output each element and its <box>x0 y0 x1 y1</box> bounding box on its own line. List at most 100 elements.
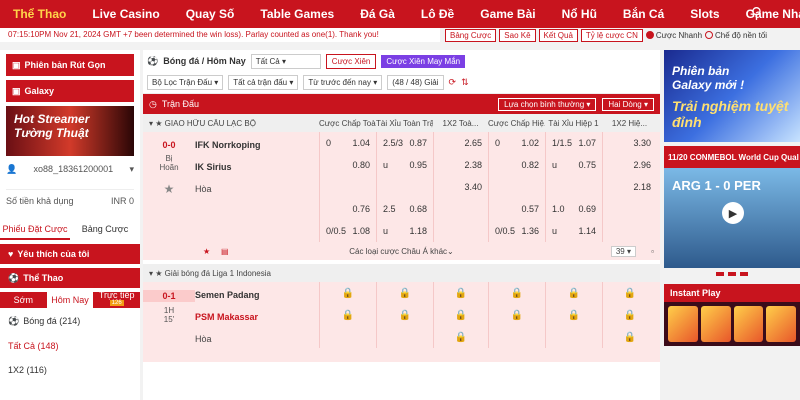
odds-cell[interactable]: u 0.75 <box>545 154 602 176</box>
handicap: 2.5/3 <box>383 138 404 148</box>
star-icon[interactable]: ★ <box>203 247 210 256</box>
odds-cell[interactable]: 2.96 <box>602 154 657 176</box>
instant-games[interactable] <box>664 302 800 346</box>
nav-lottery[interactable]: Quay Số <box>173 0 248 28</box>
odds-cell[interactable]: 0/0.5 1.08 <box>319 220 376 242</box>
odds-cell[interactable] <box>376 176 433 198</box>
handicap: u <box>383 160 389 170</box>
promo-galaxy[interactable]: ▣ Galaxy <box>6 80 134 102</box>
nav-jackpot[interactable]: Nổ Hũ <box>549 0 610 28</box>
sort-select[interactable]: Lựa chọn bình thường ▾ <box>498 97 597 111</box>
odds-type-select[interactable]: Tỷ lệ cược CN <box>580 28 643 42</box>
nav-slots[interactable]: Slots <box>677 0 732 28</box>
statement-button[interactable]: Sao Kê <box>499 28 536 42</box>
odds-cell[interactable] <box>545 176 602 198</box>
nav-cockfight[interactable]: Đá Gà <box>347 0 408 28</box>
sport-item-football[interactable]: ⚽ Bóng đá (214) <box>0 308 140 327</box>
nav-live-casino[interactable]: Live Casino <box>79 0 172 28</box>
odds-cell[interactable]: 1.0 0.69 <box>545 198 602 220</box>
sport-item-1x2[interactable]: 1X2 (116) <box>0 351 140 375</box>
promo-hot-streamer[interactable]: Hot Streamer Tường Thuật <box>6 106 134 156</box>
odds-cell[interactable] <box>433 220 488 242</box>
tab-bet-slip[interactable]: Phiếu Đặt Cược <box>0 220 70 240</box>
sport-item-all[interactable]: Tất Cả (148) <box>0 327 140 351</box>
odds-cell[interactable] <box>488 176 545 198</box>
sports-header[interactable]: ⚽ Thể Thao <box>0 268 140 288</box>
odds-cell[interactable]: 3.40 <box>433 176 488 198</box>
odds-cell-locked: 🔒 <box>376 304 433 326</box>
results-button[interactable]: Kết Quả <box>538 28 578 42</box>
odds-cell[interactable]: 0.57 <box>488 198 545 220</box>
dark-mode-radio[interactable]: Chế độ nền tối <box>705 31 767 40</box>
tab-today[interactable]: Hôm Nay <box>46 292 94 308</box>
lock-icon: 🔒 <box>510 287 524 299</box>
odds-cell-locked: 🔒 <box>488 282 545 304</box>
odds-cell[interactable]: 2.18 <box>602 176 657 198</box>
odds-cell[interactable]: 2.5/3 0.87 <box>376 132 433 154</box>
odds-cell[interactable]: 2.65 <box>433 132 488 154</box>
handicap: 0 <box>326 138 332 148</box>
tab-early[interactable]: Sớm <box>0 295 47 305</box>
nav-card-games[interactable]: Game Bài <box>467 0 548 28</box>
league-row[interactable]: ▾ ★ Giải bóng đá Liga 1 Indonesia <box>143 264 660 282</box>
odds-cell[interactable] <box>602 198 657 220</box>
star-icon[interactable]: ★ <box>143 182 195 196</box>
odds-cell[interactable] <box>602 220 657 242</box>
league-count[interactable]: (48 / 48) Giải <box>387 75 444 90</box>
promo-lite-version[interactable]: ▣ Phiên bản Rút Gọn <box>6 54 134 76</box>
odds-cell[interactable]: 2.5 0.68 <box>376 198 433 220</box>
balance-row: Số tiền khả dụng INR 0 <box>6 189 134 206</box>
odds-grid: 0 1.04 2.5/3 0.87 2.65 0 1.02 1/1.5 1.07 3.30 0.80… <box>319 132 660 242</box>
all-matches-select[interactable]: Tất cả trận đấu ▾ <box>228 75 299 90</box>
stats-icon[interactable]: ▤ <box>221 247 229 256</box>
search-icon[interactable]: ⚲ <box>751 4 762 22</box>
carousel-dots[interactable] <box>664 268 800 280</box>
nav-lode[interactable]: Lô Đề <box>408 0 467 28</box>
odds-cell[interactable]: 0.82 <box>488 154 545 176</box>
odds-cell[interactable]: 0 1.04 <box>319 132 376 154</box>
parlay-button[interactable]: Cược Xiên <box>325 53 377 69</box>
time-range-select[interactable]: Từ trước đến nay ▾ <box>303 75 383 90</box>
bet-list-button[interactable]: Bảng Cược <box>445 28 497 42</box>
quick-bet-radio[interactable]: Cược Nhanh <box>645 31 702 40</box>
market-count[interactable]: 39 ▾ <box>610 245 636 257</box>
odds-cell[interactable]: 0/0.5 1.36 <box>488 220 545 242</box>
main-panel: ⚽ Bóng đá / Hôm Nay Tất Cả ▾ Cược Xiên C… <box>143 50 660 400</box>
radio-dot-icon <box>705 31 714 39</box>
nav-table-games[interactable]: Table Games <box>247 0 347 28</box>
page-title: Bóng đá / Hôm Nay <box>163 56 246 66</box>
league-row[interactable]: ▾ ★ GIAO HỮU CÂU LẠC BỘ Cược Chấp Toà...… <box>143 114 660 132</box>
odds-cell[interactable]: u 1.14 <box>545 220 602 242</box>
match-video[interactable]: ARG 1 - 0 PER ▶ <box>664 168 800 268</box>
refresh-icon[interactable]: ⟳ <box>449 77 457 88</box>
tab-live[interactable]: Trực tiếp 126 <box>93 290 140 310</box>
lock-icon: 🔒 <box>623 331 637 343</box>
nav-fishing[interactable]: Bắn Cá <box>610 0 677 28</box>
view-select[interactable]: Hai Dòng ▾ <box>602 97 654 111</box>
nav-sports[interactable]: Thể Thao <box>0 0 79 28</box>
odds-cell[interactable]: 0.76 <box>319 198 376 220</box>
user-account[interactable]: 👤 xo88_18361200001 ▾ <box>6 164 134 175</box>
galaxy-banner[interactable]: Phiên bản Galaxy mới ! Trải nghiệm tuyệt… <box>664 50 800 142</box>
sort-icon[interactable]: ⇅ <box>461 77 469 88</box>
odds-cell[interactable] <box>319 176 376 198</box>
odds-cell-locked: 🔒 <box>433 304 488 326</box>
expand-icon[interactable]: ▫ <box>651 247 654 256</box>
lucky-parlay-button[interactable]: Cược Xiên May Mắn <box>381 54 466 68</box>
odds-cell[interactable]: 1/1.5 1.07 <box>545 132 602 154</box>
odds-cell[interactable]: 2.38 <box>433 154 488 176</box>
odds-cell[interactable]: 0 1.02 <box>488 132 545 154</box>
market-filter-select[interactable]: Tất Cả ▾ <box>250 53 321 69</box>
favorites-header[interactable]: ♥ Yêu thích của tôi <box>0 244 140 264</box>
more-markets-row[interactable]: ★ ▤ Các loại cược Châu Á khác ⌄ 39 ▾ ▫ <box>143 242 660 260</box>
nav-quick-games[interactable]: Game Nhanh <box>733 0 800 28</box>
odds-cell[interactable] <box>433 198 488 220</box>
tab-bet-list[interactable]: Bảng Cược <box>70 220 140 240</box>
play-icon[interactable]: ▶ <box>722 202 744 224</box>
odds-cell[interactable]: 3.30 <box>602 132 657 154</box>
odds-cell[interactable]: 0.80 <box>319 154 376 176</box>
chevron-down-icon: ▾ <box>149 268 154 278</box>
match-filter-select[interactable]: Bộ Lọc Trận Đấu ▾ <box>147 75 224 90</box>
odds-cell[interactable]: u 1.18 <box>376 220 433 242</box>
odds-cell[interactable]: u 0.95 <box>376 154 433 176</box>
